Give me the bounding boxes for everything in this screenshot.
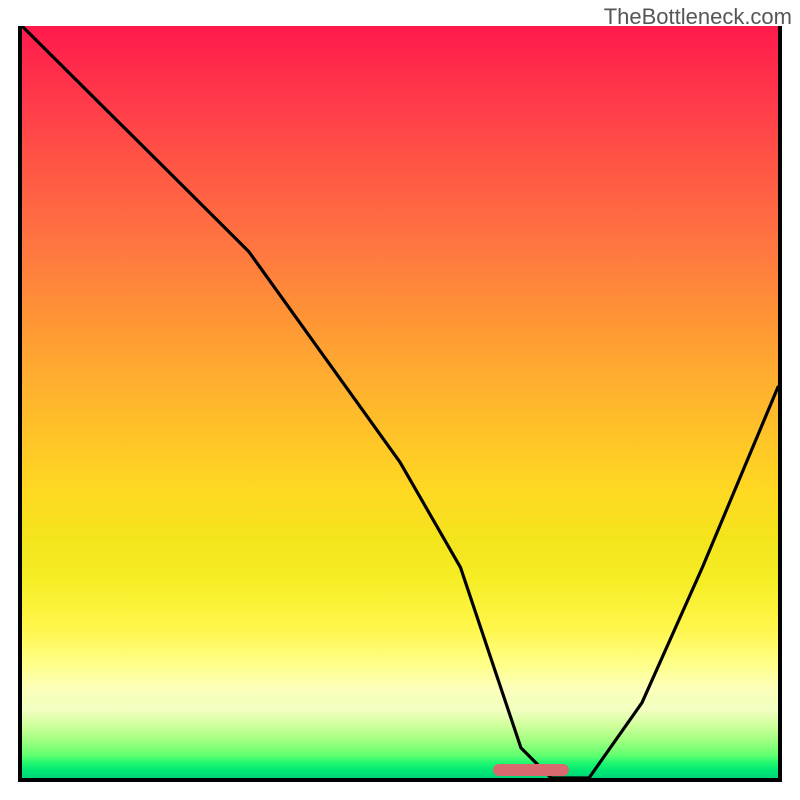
chart-plot-area: [18, 26, 782, 782]
optimal-range-marker: [493, 764, 569, 776]
watermark-text: TheBottleneck.com: [604, 4, 792, 30]
chart-line: [22, 26, 778, 778]
